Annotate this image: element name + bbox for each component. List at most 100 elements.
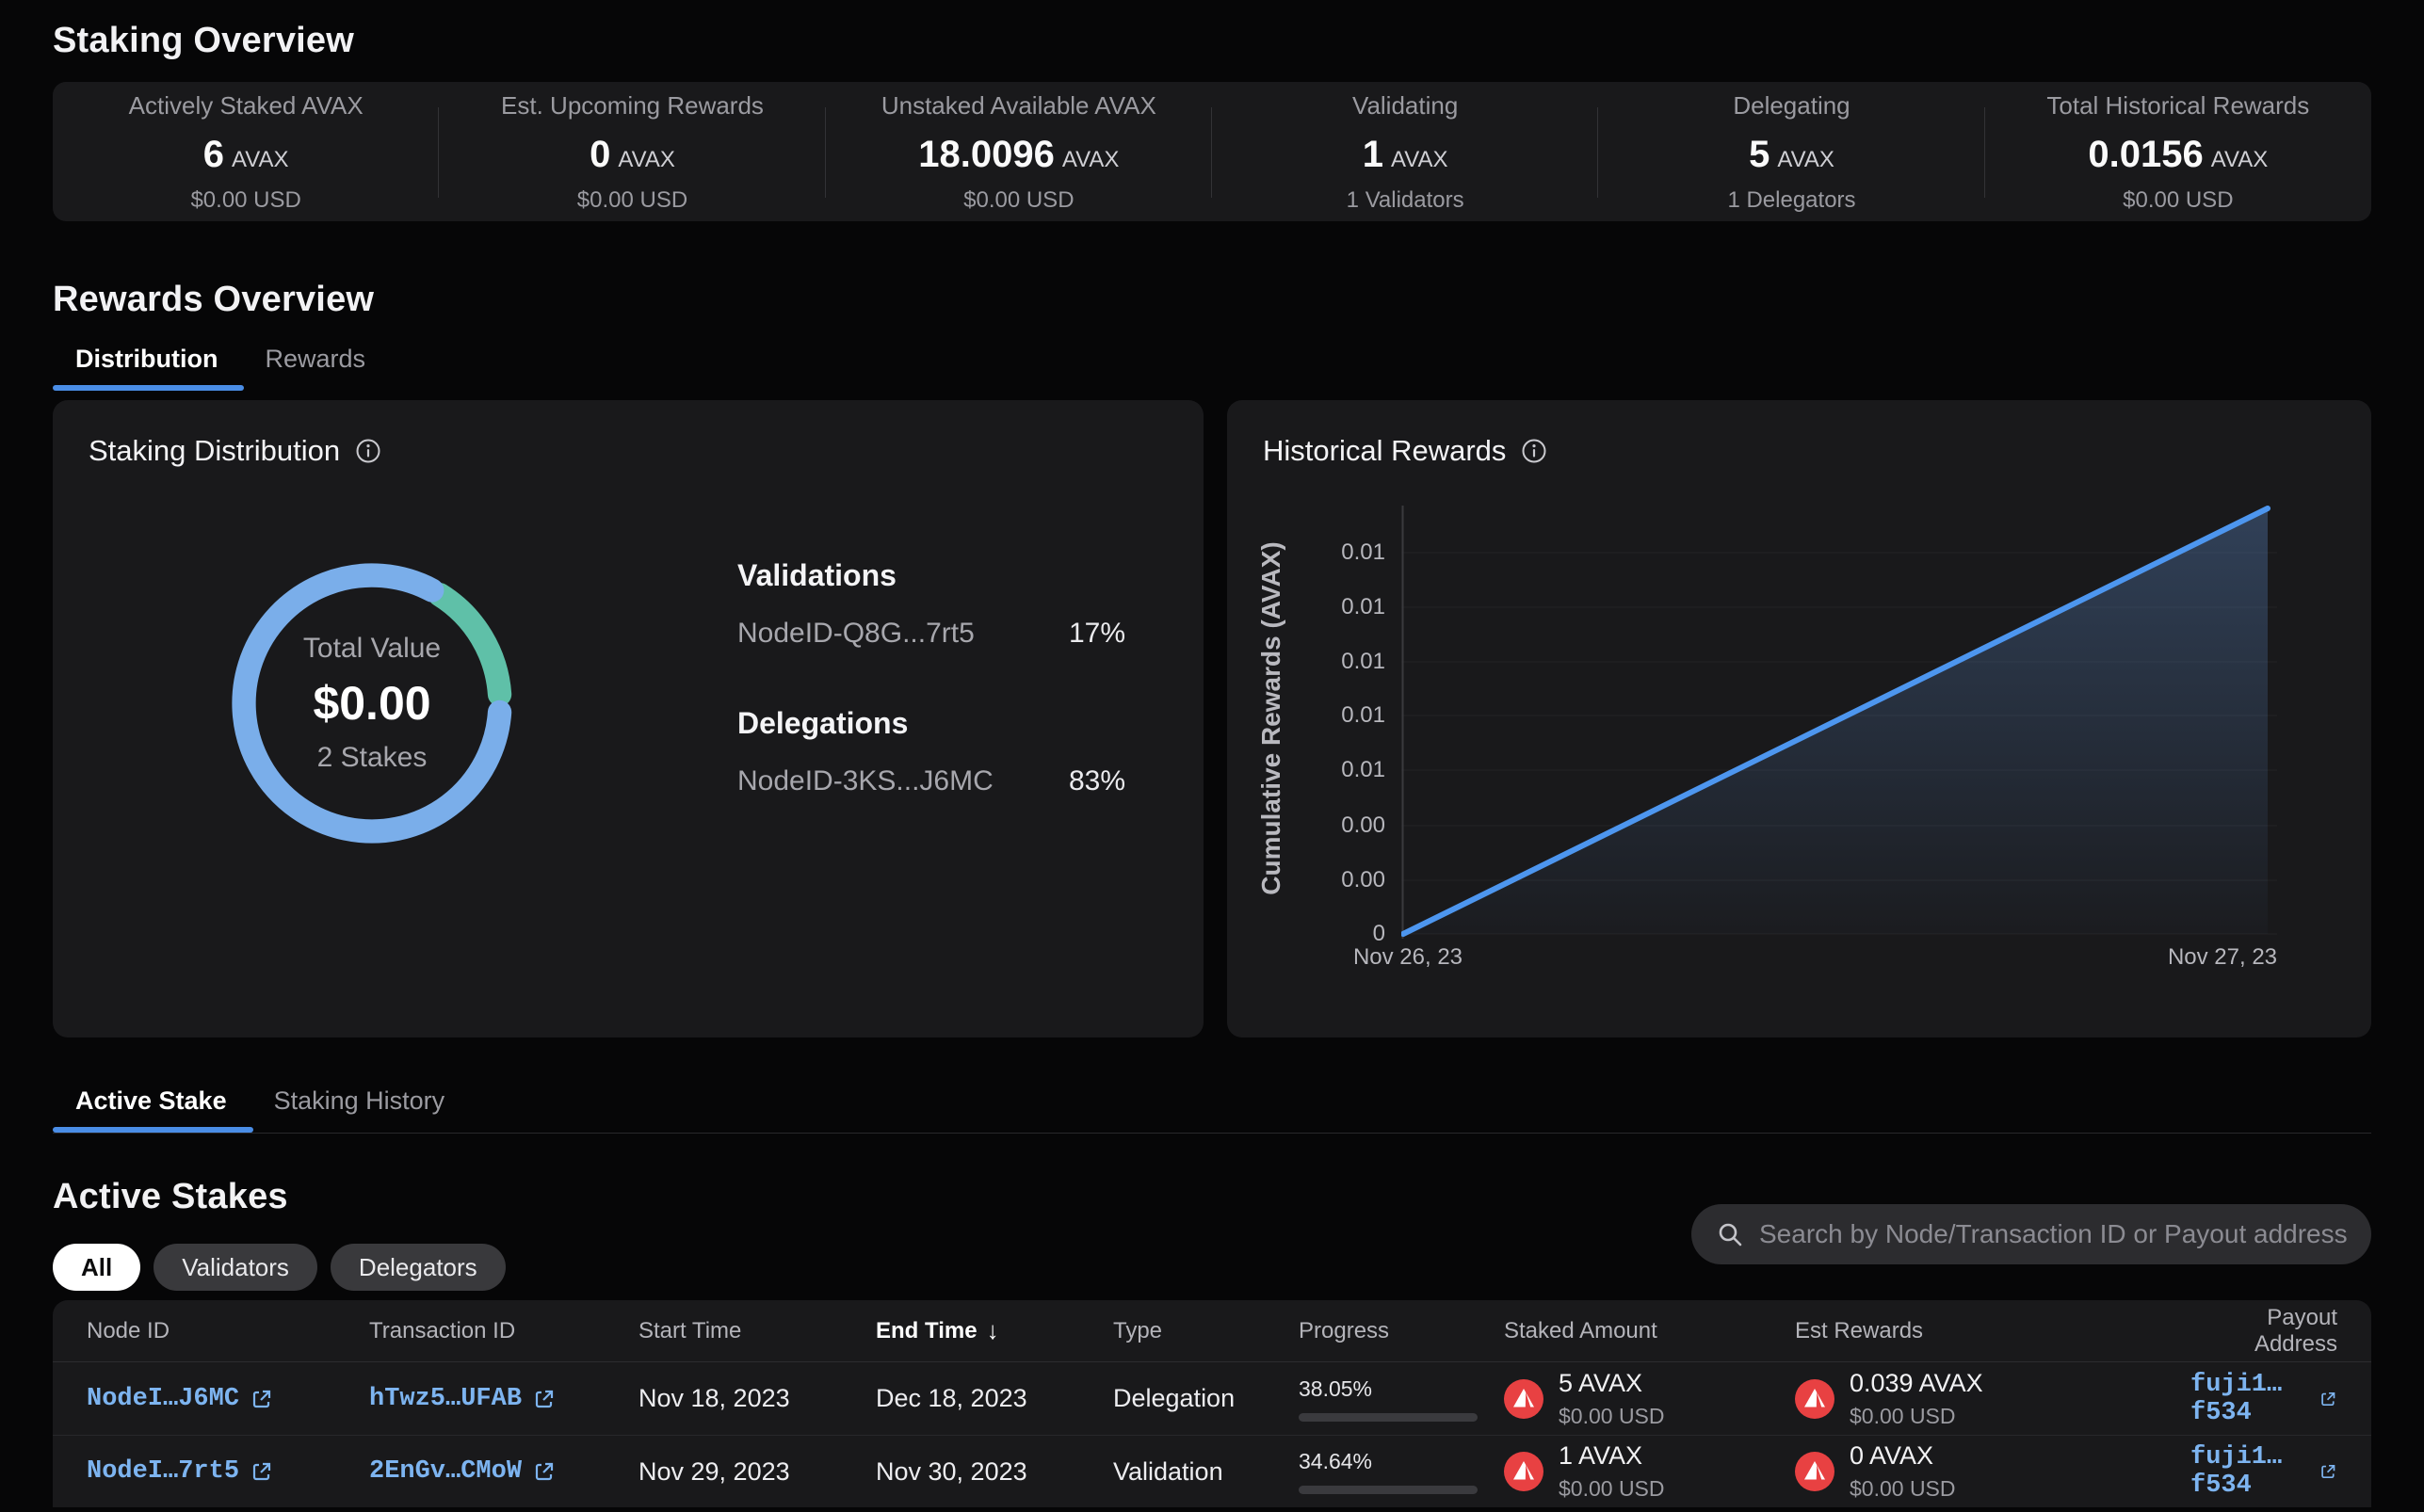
progress-cell: 38.05% — [1299, 1376, 1478, 1422]
progress-cell: 34.64% — [1299, 1449, 1478, 1494]
type-cell: Validation — [1113, 1457, 1299, 1487]
stake-tabs: Active Stake Staking History — [53, 1086, 2371, 1134]
external-link-icon — [533, 1388, 556, 1410]
staked-usd: $0.00 USD — [1559, 1476, 1665, 1502]
rewards-overview-tabs: Distribution Rewards — [53, 345, 2371, 391]
transaction-id-text: 2EnGv…CMoW — [369, 1457, 522, 1486]
avax-logo-icon — [1795, 1379, 1834, 1419]
col-est-rewards[interactable]: Est Rewards — [1795, 1318, 2190, 1344]
historical-rewards-title: Historical Rewards — [1263, 434, 1506, 468]
tab-active-stake[interactable]: Active Stake — [53, 1086, 253, 1133]
node-id-text: NodeI…7rt5 — [87, 1457, 239, 1486]
est-rewards-usd: $0.00 USD — [1850, 1404, 1983, 1429]
y-tick: 0.00 — [1319, 812, 1385, 839]
total-value-label: Total Value — [303, 633, 441, 665]
tab-staking-history[interactable]: Staking History — [253, 1086, 466, 1133]
info-icon[interactable] — [355, 438, 381, 464]
staked-avax: 1 AVAX — [1559, 1441, 1665, 1471]
stat-validating: Validating 1AVAX 1 Validators — [1212, 82, 1598, 223]
stake-search-box[interactable] — [1691, 1204, 2371, 1264]
stake-filter-pills: All Validators Delegators — [53, 1244, 506, 1291]
stat-unit: AVAX — [1062, 147, 1119, 172]
staking-distribution-card: Staking Distribution Total Value $0.0 — [53, 400, 1204, 1037]
stat-sub: $0.00 USD — [439, 187, 825, 214]
payout-address-link[interactable]: fuji1…f534 — [2190, 1371, 2337, 1427]
progress-bar — [1299, 1413, 1478, 1422]
y-axis-label: Cumulative Rewards (AVAX) — [1256, 436, 1286, 1001]
x-tick-end: Nov 27, 23 — [2119, 944, 2326, 971]
progress-percent: 38.05% — [1299, 1376, 1478, 1402]
stat-label: Delegating — [1598, 91, 1984, 121]
start-time-cell: Nov 18, 2023 — [638, 1384, 876, 1413]
delegations-heading: Delegations — [737, 706, 1125, 741]
search-input[interactable] — [1759, 1219, 2347, 1249]
stat-value: 18.0096 — [918, 134, 1055, 175]
end-time-cell: Nov 30, 2023 — [876, 1457, 1113, 1487]
filter-all-button[interactable]: All — [53, 1244, 140, 1291]
y-tick: 0.01 — [1319, 594, 1385, 620]
x-tick-start: Nov 26, 23 — [1304, 944, 1511, 971]
stat-sub: $0.00 USD — [53, 187, 439, 214]
stat-value: 1 — [1363, 134, 1383, 175]
col-transaction-id[interactable]: Transaction ID — [369, 1318, 638, 1344]
col-staked-amount[interactable]: Staked Amount — [1504, 1318, 1795, 1344]
y-tick: 0.01 — [1319, 649, 1385, 675]
sort-down-icon: ↓ — [987, 1316, 999, 1345]
external-link-icon — [2319, 1388, 2337, 1410]
stat-sub: $0.00 USD — [826, 187, 1212, 214]
active-stakes-title: Active Stakes — [53, 1177, 506, 1217]
staked-amount-cell: 5 AVAX $0.00 USD — [1504, 1369, 1795, 1429]
est-rewards-cell: 0 AVAX $0.00 USD — [1795, 1441, 2190, 1502]
staking-page: Staking Overview Actively Staked AVAX 6A… — [0, 0, 2424, 1507]
staked-usd: $0.00 USD — [1559, 1404, 1665, 1429]
stakes-count: 2 Stakes — [317, 742, 428, 774]
progress-percent: 34.64% — [1299, 1449, 1478, 1474]
info-icon[interactable] — [1521, 438, 1547, 464]
donut-center-label: Total Value $0.00 2 Stakes — [231, 562, 513, 844]
staking-distribution-title: Staking Distribution — [89, 434, 340, 468]
transaction-id-link[interactable]: hTwz5…UFAB — [369, 1385, 638, 1413]
active-stakes-table: Node ID Transaction ID Start Time End Ti… — [53, 1300, 2371, 1507]
node-id-link[interactable]: NodeI…J6MC — [87, 1385, 369, 1413]
delegation-node-id: NodeID-3KS...J6MC — [737, 765, 994, 797]
payout-address-link[interactable]: fuji1…f534 — [2190, 1443, 2337, 1500]
stat-actively-staked: Actively Staked AVAX 6AVAX $0.00 USD — [53, 82, 439, 223]
stat-unit: AVAX — [1391, 147, 1447, 172]
avax-logo-icon — [1504, 1452, 1543, 1491]
validations-legend-row: NodeID-Q8G...7rt5 17% — [737, 618, 1125, 650]
stat-label: Actively Staked AVAX — [53, 91, 439, 121]
stat-value: 0 — [590, 134, 610, 175]
stat-delegating: Delegating 5AVAX 1 Delegators — [1598, 82, 1984, 223]
col-node-id[interactable]: Node ID — [87, 1318, 369, 1344]
stat-value: 6 — [203, 134, 224, 175]
col-type[interactable]: Type — [1113, 1318, 1299, 1344]
total-value-amount: $0.00 — [313, 676, 430, 731]
external-link-icon — [2319, 1460, 2337, 1483]
col-start-time[interactable]: Start Time — [638, 1318, 876, 1344]
distribution-legend: Validations NodeID-Q8G...7rt5 17% Delega… — [737, 558, 1125, 797]
est-rewards-avax: 0 AVAX — [1850, 1441, 1956, 1471]
y-tick: 0.01 — [1319, 702, 1385, 729]
staking-distribution-donut-chart: Total Value $0.00 2 Stakes — [231, 562, 513, 844]
est-rewards-avax: 0.039 AVAX — [1850, 1369, 1983, 1398]
col-end-time[interactable]: End Time ↓ — [876, 1316, 1113, 1345]
filter-validators-button[interactable]: Validators — [154, 1244, 317, 1291]
col-payout-address[interactable]: Payout Address — [2190, 1305, 2337, 1358]
external-link-icon — [533, 1460, 556, 1483]
node-id-link[interactable]: NodeI…7rt5 — [87, 1457, 369, 1486]
type-cell: Delegation — [1113, 1384, 1299, 1413]
page-title: Staking Overview — [53, 21, 2371, 61]
est-rewards-cell: 0.039 AVAX $0.00 USD — [1795, 1369, 2190, 1429]
stat-sub: 1 Validators — [1212, 187, 1598, 214]
stat-sub: 1 Delegators — [1598, 187, 1984, 214]
transaction-id-link[interactable]: 2EnGv…CMoW — [369, 1457, 638, 1486]
filter-delegators-button[interactable]: Delegators — [331, 1244, 506, 1291]
est-rewards-usd: $0.00 USD — [1850, 1476, 1956, 1502]
tab-distribution[interactable]: Distribution — [53, 345, 244, 391]
rewards-overview-title: Rewards Overview — [53, 280, 2371, 320]
stat-unit: AVAX — [2211, 147, 2268, 172]
tab-rewards[interactable]: Rewards — [244, 345, 386, 391]
node-id-text: NodeI…J6MC — [87, 1385, 239, 1413]
col-progress[interactable]: Progress — [1299, 1318, 1504, 1344]
stat-unit: AVAX — [1777, 147, 1834, 172]
